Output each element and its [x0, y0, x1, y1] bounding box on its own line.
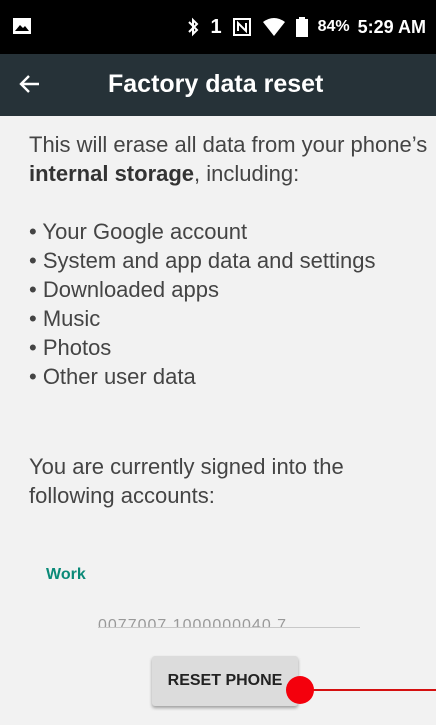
annotation-line	[305, 689, 436, 691]
back-button[interactable]	[10, 66, 50, 106]
tap-marker	[286, 676, 314, 704]
reset-phone-button[interactable]: RESET PHONE	[152, 656, 298, 706]
sim-1-icon: 1	[210, 15, 222, 38]
account-label: Work	[46, 566, 86, 583]
bluetooth-icon	[186, 17, 200, 37]
list-item: • Other user data	[29, 364, 196, 389]
intro-prefix: This will erase all data from your phone…	[29, 132, 428, 157]
wifi-icon	[262, 17, 286, 37]
status-bar: 1 84% 5:29 AM	[0, 0, 436, 54]
back-arrow-icon	[19, 73, 41, 100]
battery-percent: 84%	[317, 18, 350, 35]
intro-suffix: , including:	[194, 161, 300, 186]
nfc-icon	[232, 17, 252, 37]
erase-items-list: • Your Google account • System and app d…	[29, 217, 429, 391]
intro-text: This will erase all data from your phone…	[29, 130, 429, 188]
battery-icon	[295, 17, 308, 37]
list-item: • Photos	[29, 335, 112, 360]
signed-in-text: You are currently signed into the follow…	[29, 454, 344, 508]
intro-bold: internal storage	[29, 161, 195, 186]
page-title: Factory data reset	[108, 70, 324, 98]
image-notification-icon	[12, 17, 32, 40]
app-bar: Factory data reset	[0, 54, 436, 116]
list-item: • Music	[29, 306, 101, 331]
list-item: • System and app data and settings	[29, 248, 376, 273]
account-email: 0077007 1000000040 7	[98, 617, 288, 628]
reset-description: This will erase all data from your phone…	[29, 130, 429, 391]
clock: 5:29 AM	[357, 16, 426, 37]
account-divider	[98, 627, 360, 628]
list-item: • Your Google account	[29, 219, 248, 244]
status-icons: 1 84% 5:29 AM	[186, 12, 426, 42]
list-item: • Downloaded apps	[29, 277, 219, 302]
